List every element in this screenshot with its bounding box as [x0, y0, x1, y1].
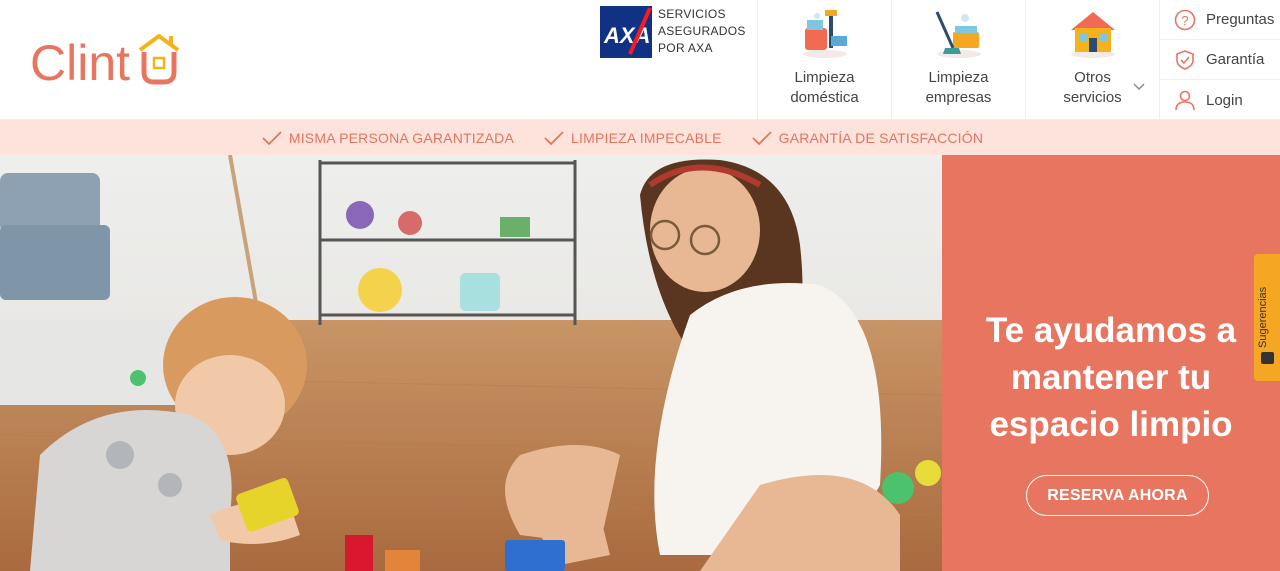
nav-label-line2: empresas: [925, 89, 992, 106]
hero-title-line2: mantener tu: [1010, 358, 1212, 397]
axa-text-line2: ASEGURADOS: [658, 24, 746, 38]
guarantee-item: MISMA PERSONA GARANTIZADA: [262, 130, 514, 146]
guarantee-item: GARANTÍA DE SATISFACCIÓN: [752, 130, 983, 146]
sugerencias-label: Sugerencias: [1257, 286, 1269, 348]
user-icon: [1175, 90, 1195, 111]
side-links: ? Preguntas Garantía Login: [1159, 0, 1280, 119]
check-icon: [262, 130, 282, 145]
axa-text-line3: POR AXA: [658, 41, 713, 55]
link-login-label: Login: [1206, 91, 1243, 109]
house-icon: [1070, 12, 1115, 58]
guarantee-label: LIMPIEZA IMPECABLE: [571, 129, 722, 146]
check-icon: [752, 130, 772, 145]
axa-logo: AXA: [600, 6, 652, 58]
sugerencias-tab[interactable]: Sugerencias: [1254, 254, 1280, 381]
mop-bucket-icon: [935, 11, 981, 58]
hero-title: Te ayudamos a mantener tu espacio limpio: [942, 307, 1280, 448]
hero-title-line1: Te ayudamos a: [985, 311, 1237, 350]
nav-limpieza-empresas[interactable]: Limpieza empresas: [891, 0, 1025, 119]
svg-text:?: ?: [1181, 13, 1188, 28]
link-preguntas[interactable]: ? Preguntas: [1160, 0, 1280, 40]
guarantee-label: MISMA PERSONA GARANTIZADA: [288, 129, 515, 146]
guarantee-item: LIMPIEZA IMPECABLE: [544, 130, 722, 146]
site-header: Clint AXA SERVICIOS ASEGURADOS POR AXA L…: [0, 0, 1280, 120]
link-garantia-label: Garantía: [1206, 51, 1265, 68]
nav-label-line1: Limpieza: [794, 69, 855, 86]
shield-check-icon: [1176, 49, 1194, 70]
check-icon: [544, 130, 564, 145]
axa-insurance-badge: AXA SERVICIOS ASEGURADOS POR AXA: [600, 6, 753, 58]
guarantee-bar: MISMA PERSONA GARANTIZADA LIMPIEZA IMPEC…: [0, 120, 1280, 155]
hero-title-line3: espacio limpio: [989, 405, 1233, 444]
nav-otros-servicios[interactable]: Otros servicios: [1025, 0, 1159, 119]
axa-text-line1: SERVICIOS: [658, 7, 726, 21]
nav-limpieza-domestica[interactable]: Limpieza doméstica: [757, 0, 891, 119]
question-icon: ?: [1174, 9, 1196, 30]
link-login[interactable]: Login: [1160, 80, 1280, 120]
feedback-icon: [1261, 352, 1274, 364]
chevron-down-icon[interactable]: [1133, 80, 1145, 92]
guarantee-label: GARANTÍA DE SATISFACCIÓN: [778, 129, 984, 146]
reserva-ahora-button[interactable]: RESERVA AHORA: [1026, 475, 1209, 516]
link-garantia[interactable]: Garantía: [1160, 40, 1280, 80]
svg-text:Clint: Clint: [30, 35, 130, 88]
nav-label-line1: Limpieza: [928, 69, 989, 86]
main-nav: Limpieza doméstica Limpieza empresas Otr…: [757, 0, 1159, 119]
nav-label-line2: doméstica: [790, 89, 859, 106]
hero-image: [0, 155, 942, 571]
link-preguntas-label: Preguntas: [1206, 11, 1275, 28]
hero-promo-panel: Te ayudamos a mantener tu espacio limpio…: [942, 155, 1280, 571]
clintu-logo[interactable]: Clint: [30, 28, 190, 91]
cleaning-bucket-icon: [802, 10, 847, 58]
